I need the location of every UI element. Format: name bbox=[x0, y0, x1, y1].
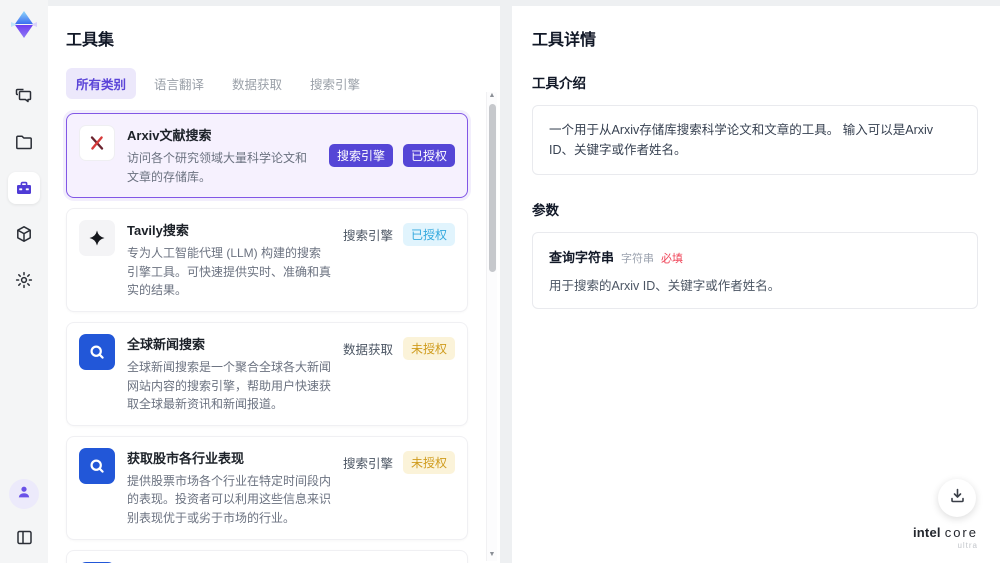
auth-badge: 已授权 bbox=[402, 144, 455, 168]
download-button[interactable] bbox=[938, 479, 976, 517]
sidebar-item-chat[interactable] bbox=[8, 80, 40, 112]
intel-brand-text: intel bbox=[912, 524, 941, 540]
user-avatar-icon bbox=[16, 484, 32, 505]
tab-search-engine[interactable]: 搜索引擎 bbox=[300, 68, 370, 99]
app-window: 工具集 所有类别 语言翻译 数据获取 搜索引擎 Arxiv文献搜索 访问各个研究… bbox=[0, 0, 1000, 563]
tools-panel: 工具集 所有类别 语言翻译 数据获取 搜索引擎 Arxiv文献搜索 访问各个研究… bbox=[48, 6, 500, 563]
tool-card-tavily[interactable]: Tavily搜索 专为人工智能代理 (LLM) 构建的搜索引擎工具。可快速提供实… bbox=[66, 208, 468, 312]
tool-card-sector-performance[interactable]: 获取股市各行业表现 提供股票市场各个行业在特定时间段内的表现。投资者可以利用这些… bbox=[66, 435, 468, 540]
tool-card-active-stocks[interactable]: 获取市场最活跃股票信息 提供当天交易量最高的股票列表，投资者可以利用这些信息来识… bbox=[66, 549, 468, 563]
tool-category: 数据获取 bbox=[342, 342, 393, 357]
sidebar-item-files[interactable] bbox=[8, 126, 40, 158]
param-name: 查询字符串 bbox=[549, 250, 615, 265]
collapse-sidebar-button[interactable] bbox=[8, 521, 40, 553]
panel-divider bbox=[500, 0, 512, 563]
auth-badge: 已授权 bbox=[402, 223, 455, 247]
tool-title: 获取股市各行业表现 bbox=[127, 450, 245, 466]
detail-title: 工具详情 bbox=[532, 32, 597, 49]
settings-gear-icon bbox=[14, 270, 34, 290]
category-badge: 搜索引擎 bbox=[328, 144, 393, 168]
tab-all-categories[interactable]: 所有类别 bbox=[66, 68, 137, 99]
param-required-flag: 必填 bbox=[661, 253, 684, 265]
param-item: 查询字符串 字符串 必填 用于搜索的Arxiv ID、关键字或作者姓名。 bbox=[549, 247, 961, 294]
tab-language-translation[interactable]: 语言翻译 bbox=[144, 68, 214, 99]
tool-title: Arxiv文献搜索 bbox=[127, 128, 212, 143]
tool-card-global-news[interactable]: 全球新闻搜索 全球新闻搜索是一个聚合全球各大新闻网站内容的搜索引擎，帮助用户快速… bbox=[66, 321, 468, 426]
tool-description: 专为人工智能代理 (LLM) 构建的搜索引擎工具。可快速提供实时、准确和真实的结… bbox=[127, 246, 332, 298]
auth-badge: 未授权 bbox=[402, 450, 455, 474]
tool-description: 全球新闻搜索是一个聚合全球各大新闻网站内容的搜索引擎，帮助用户快速获取全球最新资… bbox=[127, 359, 332, 412]
sparkle-icon bbox=[79, 220, 115, 257]
tool-intro-text: 一个用于从Arxiv存储库搜索科学论文和文章的工具。 输入可以是Arxiv ID… bbox=[532, 105, 978, 175]
tool-detail-panel: 工具详情 工具介绍 一个用于从Arxiv存储库搜索科学论文和文章的工具。 输入可… bbox=[512, 6, 1000, 563]
tool-category: 搜索引擎 bbox=[342, 456, 393, 471]
tab-data-acquisition[interactable]: 数据获取 bbox=[222, 68, 292, 99]
sidebar-item-toolbox[interactable] bbox=[8, 172, 40, 204]
page-title: 工具集 bbox=[66, 32, 115, 49]
param-type: 字符串 bbox=[621, 253, 655, 265]
tool-title: Tavily搜索 bbox=[127, 223, 189, 239]
tool-description: 访问各个研究领域大量科学论文和文章的存储库。 bbox=[127, 151, 308, 184]
tool-category: 搜索引擎 bbox=[342, 229, 393, 244]
tool-description: 提供股票市场各个行业在特定时间段内的表现。投资者可以利用这些信息来识别表现优于或… bbox=[127, 473, 332, 525]
ultra-brand-text: ultra bbox=[957, 541, 978, 551]
collapse-panel-icon bbox=[15, 528, 34, 547]
scroll-up-icon[interactable]: ▲ bbox=[489, 92, 496, 102]
param-list: 查询字符串 字符串 必填 用于搜索的Arxiv ID、关键字或作者姓名。 bbox=[532, 232, 978, 309]
scroll-down-icon[interactable]: ▼ bbox=[489, 551, 496, 561]
toolbox-icon bbox=[14, 178, 34, 198]
icon-rail bbox=[0, 0, 48, 563]
sidebar-item-packages[interactable] bbox=[8, 218, 40, 250]
tool-list: Arxiv文献搜索 访问各个研究领域大量科学论文和文章的存储库。 搜索引擎 已授… bbox=[66, 113, 482, 563]
scrollbar-thumb[interactable] bbox=[488, 104, 496, 272]
folder-icon bbox=[14, 132, 34, 152]
app-logo-icon bbox=[7, 8, 41, 42]
list-scrollbar[interactable]: ▲ ▼ bbox=[486, 92, 497, 561]
core-brand-text: core bbox=[944, 524, 978, 540]
auth-badge: 未授权 bbox=[402, 336, 455, 360]
user-avatar[interactable] bbox=[9, 479, 39, 509]
magnifier-blue-icon bbox=[79, 447, 115, 484]
arxiv-x-icon bbox=[79, 125, 115, 161]
download-icon bbox=[949, 487, 966, 509]
chat-icon bbox=[14, 86, 34, 106]
tool-title: 全球新闻搜索 bbox=[127, 336, 206, 352]
intro-heading: 工具介绍 bbox=[532, 76, 586, 91]
param-description: 用于搜索的Arxiv ID、关键字或作者姓名。 bbox=[549, 279, 781, 293]
params-heading: 参数 bbox=[532, 203, 559, 218]
tool-card-arxiv[interactable]: Arxiv文献搜索 访问各个研究领域大量科学论文和文章的存储库。 搜索引擎 已授… bbox=[66, 113, 468, 199]
category-tabs: 所有类别 语言翻译 数据获取 搜索引擎 bbox=[66, 68, 482, 99]
intel-core-logo: intel core ultra bbox=[913, 524, 978, 551]
cube-icon bbox=[14, 224, 34, 244]
magnifier-blue-icon bbox=[79, 333, 115, 370]
sidebar-item-settings[interactable] bbox=[8, 264, 40, 296]
